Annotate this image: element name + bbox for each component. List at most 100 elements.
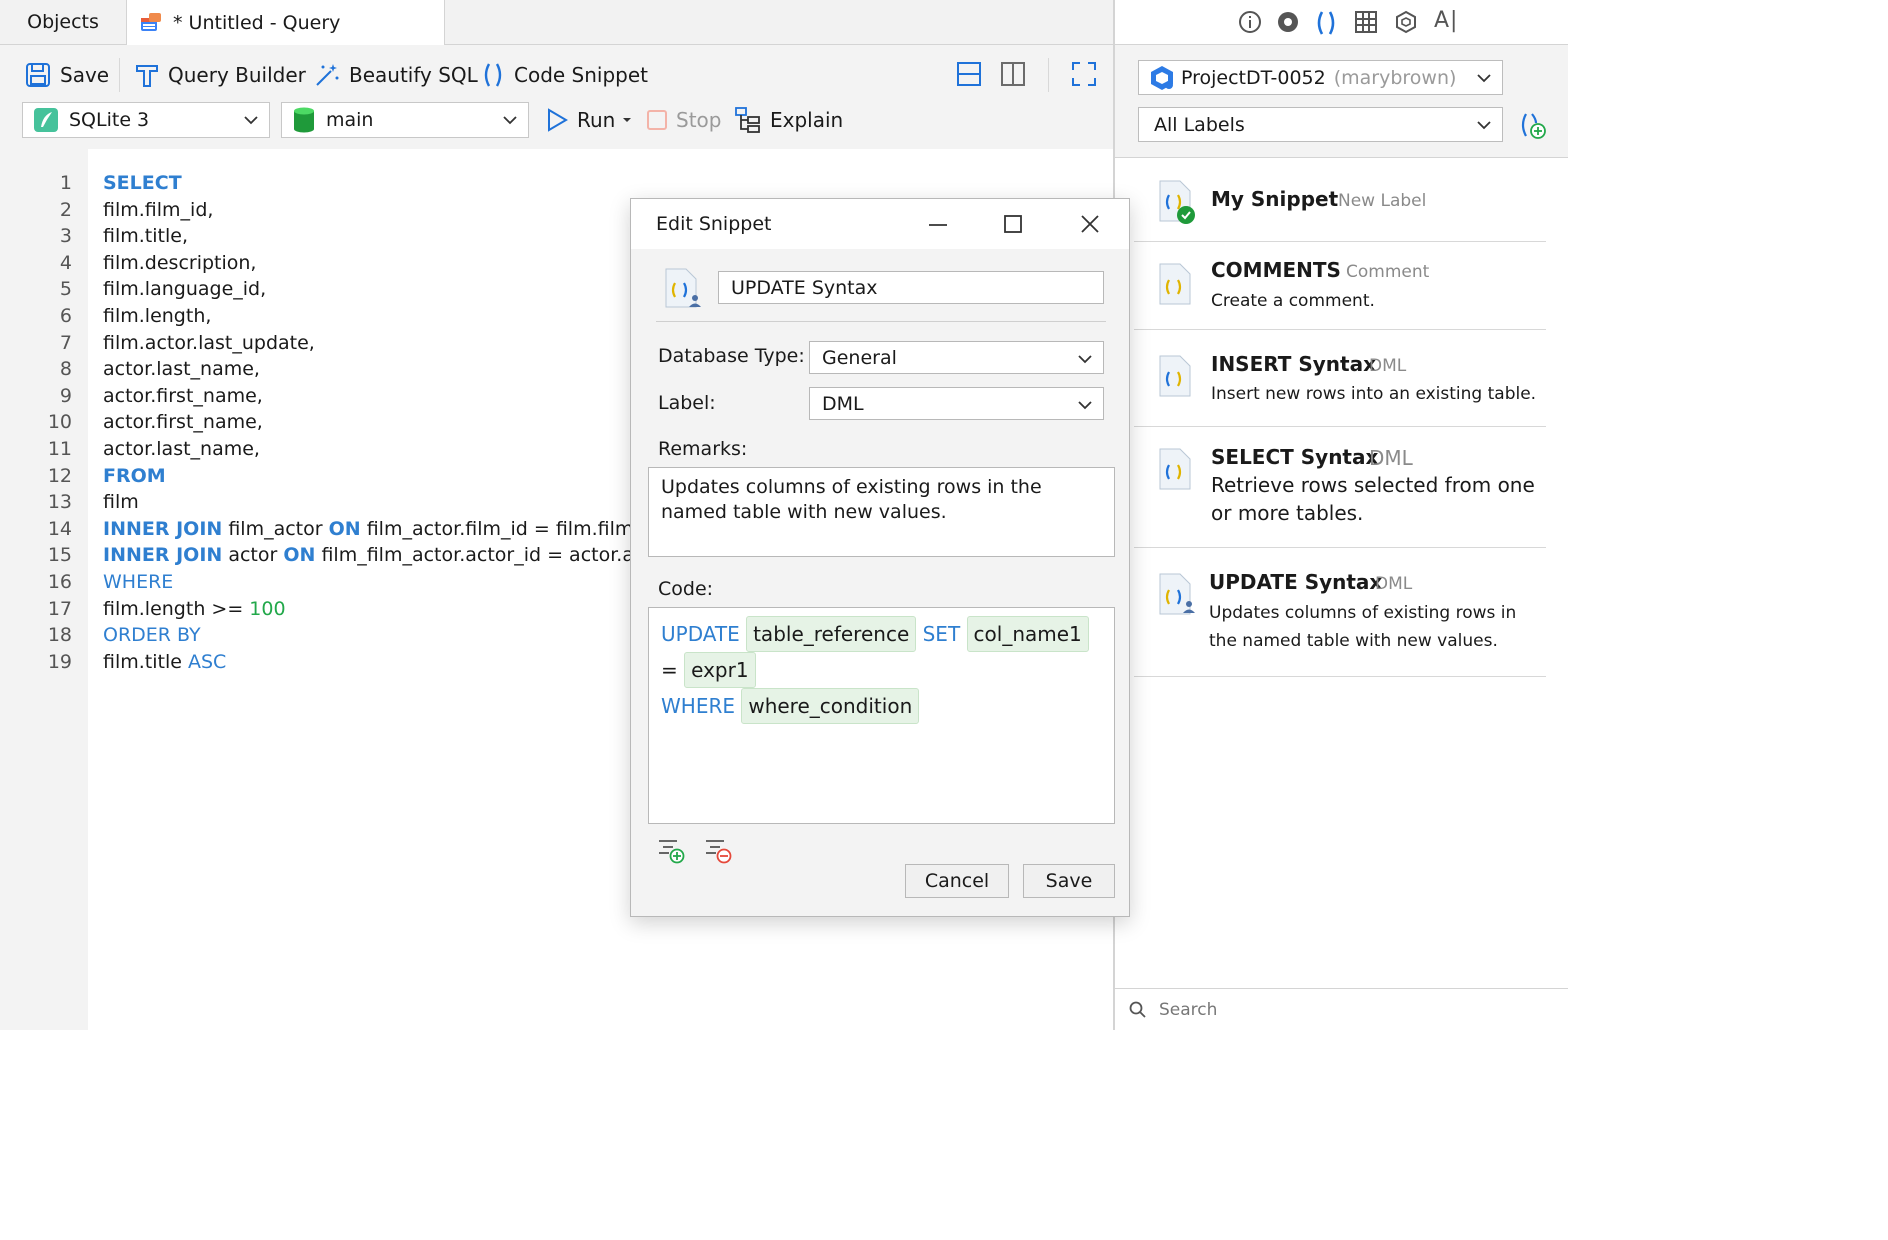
- code-line[interactable]: film.actor.last_update,: [103, 332, 315, 354]
- code-line[interactable]: ORDER BY: [103, 624, 201, 646]
- dialog-title-bar[interactable]: Edit Snippet: [631, 199, 1129, 249]
- stop-label: Stop: [676, 108, 722, 132]
- code-line[interactable]: film.language_id,: [103, 278, 266, 300]
- cube-icon[interactable]: [1394, 10, 1418, 34]
- remove-placeholder-icon[interactable]: [704, 837, 734, 865]
- snippet-item-my-snippet[interactable]: My Snippet New Label: [1134, 157, 1546, 242]
- database-type-select[interactable]: General: [809, 341, 1104, 374]
- beautify-sql-button[interactable]: Beautify SQL: [313, 57, 478, 93]
- grid-icon[interactable]: [1354, 10, 1378, 34]
- snippet-file-icon: [1159, 573, 1195, 615]
- snippet-item-comments[interactable]: COMMENTS Comment Create a comment.: [1134, 242, 1546, 330]
- run-button[interactable]: Run: [545, 102, 641, 138]
- save-button[interactable]: Save: [1023, 864, 1115, 898]
- ai-icon[interactable]: A|: [1434, 8, 1458, 33]
- divider: [656, 321, 1106, 322]
- code-line[interactable]: actor.first_name,: [103, 411, 263, 433]
- add-label-icon[interactable]: [1518, 111, 1548, 141]
- project-select[interactable]: ProjectDT-0052 (marybrown): [1138, 60, 1503, 95]
- snippet-file-icon: [1159, 448, 1191, 490]
- layout-vertical-icon[interactable]: [1000, 61, 1026, 87]
- database-select[interactable]: main: [281, 102, 529, 138]
- editor-toolbar: Save Query Builder Beautify SQL Code Sni…: [0, 45, 1114, 149]
- code-line[interactable]: SELECT: [103, 172, 182, 194]
- chevron-down-icon: [503, 116, 517, 125]
- sql-text: film.title: [103, 651, 188, 673]
- chevron-down-icon: [1477, 121, 1491, 130]
- layout-horizontal-icon[interactable]: [956, 61, 982, 87]
- search-input[interactable]: Search: [1159, 1000, 1217, 1020]
- placeholder-token[interactable]: col_name1: [966, 616, 1089, 652]
- info-icon[interactable]: [1238, 10, 1262, 34]
- fullscreen-icon[interactable]: [1071, 61, 1097, 87]
- line-number: 6: [59, 305, 72, 327]
- label-filter-select[interactable]: All Labels: [1138, 107, 1503, 142]
- code-line[interactable]: actor.first_name,: [103, 385, 263, 407]
- line-number: 15: [47, 544, 72, 566]
- code-line[interactable]: INNER JOIN film_actor ON film_actor.film…: [103, 518, 666, 540]
- line-number: 7: [59, 332, 72, 354]
- line-number: 9: [59, 385, 72, 407]
- code-line[interactable]: film.title,: [103, 225, 188, 247]
- minimize-icon[interactable]: [929, 223, 947, 227]
- code-line[interactable]: FROM: [103, 465, 166, 487]
- snippet-search-bar[interactable]: Search: [1115, 988, 1568, 1031]
- caret-down-icon: [623, 118, 632, 122]
- sql-keyword: FROM: [103, 465, 166, 487]
- snippet-item-insert[interactable]: INSERT Syntax DML Insert new rows into a…: [1134, 330, 1546, 427]
- code-snippet-button[interactable]: Code Snippet: [480, 57, 648, 93]
- chevron-down-icon: [1477, 74, 1491, 83]
- placeholder-token[interactable]: expr1: [684, 652, 756, 688]
- snippet-item-update[interactable]: UPDATE Syntax DML Updates columns of exi…: [1134, 548, 1546, 677]
- save-button[interactable]: Save: [24, 57, 109, 93]
- maximize-icon[interactable]: [1004, 215, 1022, 233]
- code-line[interactable]: film: [103, 491, 139, 513]
- code-editor[interactable]: UPDATE table_reference SET col_name1 = e…: [648, 607, 1115, 824]
- save-label: Save: [1045, 870, 1093, 892]
- connection-select[interactable]: SQLite 3: [22, 102, 270, 138]
- placeholder-token[interactable]: table_reference: [746, 616, 917, 652]
- sql-text: film.actor.last_update,: [103, 332, 315, 354]
- line-number: 11: [47, 438, 72, 460]
- tab-query[interactable]: * Untitled - Query: [127, 0, 445, 45]
- code-line[interactable]: film.length,: [103, 305, 211, 327]
- snippet-title: UPDATE Syntax: [1209, 570, 1383, 594]
- query-builder-button[interactable]: Query Builder: [134, 57, 306, 93]
- sql-text: actor.last_name,: [103, 358, 260, 380]
- code-line[interactable]: film.length >= 100: [103, 598, 286, 620]
- query-builder-icon: [136, 65, 158, 87]
- sql-keyword: INNER JOIN: [103, 518, 223, 540]
- snippet-icon[interactable]: [1314, 10, 1338, 36]
- save-icon: [26, 63, 50, 87]
- code-line[interactable]: actor.last_name,: [103, 438, 260, 460]
- snippet-title: COMMENTS: [1211, 258, 1341, 282]
- explain-icon: [735, 107, 760, 133]
- stop-button[interactable]: Stop: [646, 102, 721, 138]
- remarks-value: Updates columns of existing rows in the …: [661, 476, 1042, 523]
- add-placeholder-icon[interactable]: [657, 837, 687, 865]
- placeholder-token[interactable]: where_condition: [741, 688, 920, 724]
- line-number: 13: [47, 491, 72, 513]
- search-icon: [1129, 1001, 1146, 1018]
- snippet-name-input[interactable]: UPDATE Syntax: [718, 271, 1104, 304]
- code-keyword: SET: [922, 622, 961, 646]
- code-line[interactable]: WHERE: [103, 571, 173, 593]
- line-number: 4: [59, 252, 72, 274]
- label-select[interactable]: DML: [809, 387, 1104, 420]
- cancel-button[interactable]: Cancel: [905, 864, 1009, 898]
- code-line[interactable]: film.title ASC: [103, 651, 226, 673]
- sql-text: film.length >=: [103, 598, 250, 620]
- code-line[interactable]: INNER JOIN actor ON film_film_actor.acto…: [103, 544, 698, 566]
- explain-button[interactable]: Explain: [734, 102, 843, 138]
- eye-icon[interactable]: [1276, 10, 1300, 34]
- line-number: 2: [59, 199, 72, 221]
- code-line[interactable]: actor.last_name,: [103, 358, 260, 380]
- sql-keyword: ON: [328, 518, 361, 540]
- snippet-item-select[interactable]: SELECT Syntax DML Retrieve rows selected…: [1134, 427, 1546, 548]
- remarks-textarea[interactable]: Updates columns of existing rows in the …: [648, 467, 1115, 557]
- tab-objects[interactable]: Objects: [0, 0, 127, 44]
- code-line[interactable]: film.description,: [103, 252, 256, 274]
- code-line[interactable]: film.film_id,: [103, 199, 213, 221]
- close-icon[interactable]: [1081, 215, 1099, 233]
- query-tab-icon: [141, 12, 161, 31]
